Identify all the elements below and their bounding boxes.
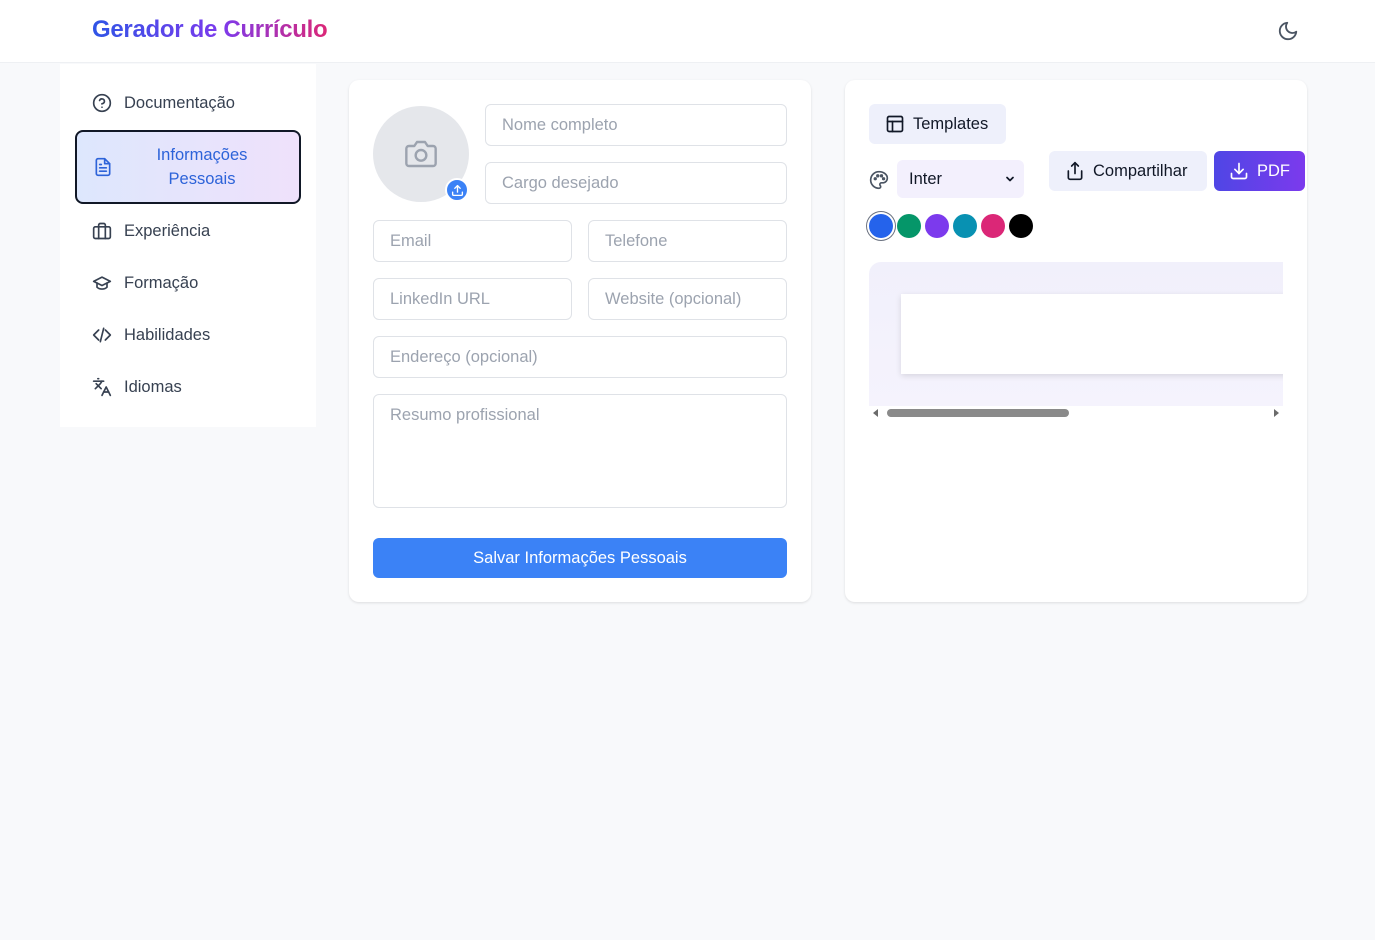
translate-icon (92, 377, 112, 397)
color-swatch[interactable] (869, 214, 893, 238)
share-label: Compartilhar (1093, 161, 1188, 180)
resume-preview-canvas[interactable] (869, 262, 1283, 406)
color-swatch[interactable] (981, 214, 1005, 238)
moon-icon (1278, 21, 1298, 41)
scrollbar-thumb[interactable] (887, 409, 1069, 417)
layout-icon (885, 114, 905, 134)
horizontal-scrollbar[interactable] (869, 406, 1283, 420)
templates-button[interactable]: Templates (869, 104, 1006, 144)
code-icon (92, 325, 112, 345)
chevron-down-icon (1006, 176, 1014, 182)
graduation-cap-icon (92, 273, 112, 293)
sidebar-item-habilidades[interactable]: Habilidades (76, 315, 300, 355)
sidebar-item-documentacao[interactable]: Documentação (76, 83, 300, 123)
pdf-label: PDF (1257, 161, 1290, 180)
color-swatches (869, 214, 1037, 238)
address-input[interactable] (373, 336, 787, 378)
app-title: Gerador de Currículo (92, 16, 328, 43)
sidebar-item-label: Habilidades (124, 325, 211, 344)
sidebar-item-label: Formação (124, 273, 199, 292)
upload-photo-button[interactable] (445, 178, 469, 202)
font-select[interactable]: Inter (897, 160, 1024, 198)
camera-icon (405, 140, 437, 168)
sidebar-item-formacao[interactable]: Formação (76, 263, 300, 303)
color-swatch[interactable] (897, 214, 921, 238)
personal-info-form: Salvar Informações Pessoais (349, 80, 811, 602)
full-name-input[interactable] (485, 104, 787, 146)
palette-icon (869, 170, 889, 190)
color-swatch[interactable] (925, 214, 949, 238)
job-title-input[interactable] (485, 162, 787, 204)
resume-paper (901, 294, 1283, 374)
resume-preview-panel: Templates Inter Compartilhar PDF (845, 80, 1307, 602)
download-pdf-button[interactable]: PDF (1214, 151, 1305, 191)
linkedin-input[interactable] (373, 278, 572, 320)
summary-textarea[interactable] (373, 394, 787, 508)
website-input[interactable] (588, 278, 787, 320)
save-personal-info-button[interactable]: Salvar Informações Pessoais (373, 538, 787, 578)
sidebar-item-idiomas[interactable]: Idiomas (76, 367, 300, 407)
templates-label: Templates (913, 114, 989, 133)
sidebar-item-experiencia[interactable]: Experiência (76, 211, 300, 251)
phone-input[interactable] (588, 220, 787, 262)
sidebar-item-label: Informações Pessoais (156, 146, 248, 188)
font-select-value: Inter (909, 169, 943, 188)
help-circle-icon (92, 93, 112, 113)
sidebar: Documentação Informações Pessoais Experi… (60, 64, 316, 427)
scroll-left-arrow[interactable] (873, 409, 878, 417)
theme-toggle-button[interactable] (1272, 15, 1304, 47)
color-swatch[interactable] (953, 214, 977, 238)
app-header: Gerador de Currículo (0, 0, 1375, 63)
scroll-right-arrow[interactable] (1274, 409, 1279, 417)
download-icon (1229, 161, 1249, 181)
sidebar-item-informacoes-pessoais[interactable]: Informações Pessoais (75, 130, 301, 204)
share-icon (1065, 161, 1085, 181)
sidebar-item-label: Documentação (124, 93, 235, 112)
document-icon (93, 157, 113, 177)
sidebar-item-label: Experiência (124, 221, 211, 240)
email-input[interactable] (373, 220, 572, 262)
briefcase-icon (92, 221, 112, 241)
share-button[interactable]: Compartilhar (1049, 151, 1207, 191)
color-swatch[interactable] (1009, 214, 1033, 238)
upload-icon (451, 184, 463, 196)
sidebar-item-label: Idiomas (124, 377, 182, 396)
